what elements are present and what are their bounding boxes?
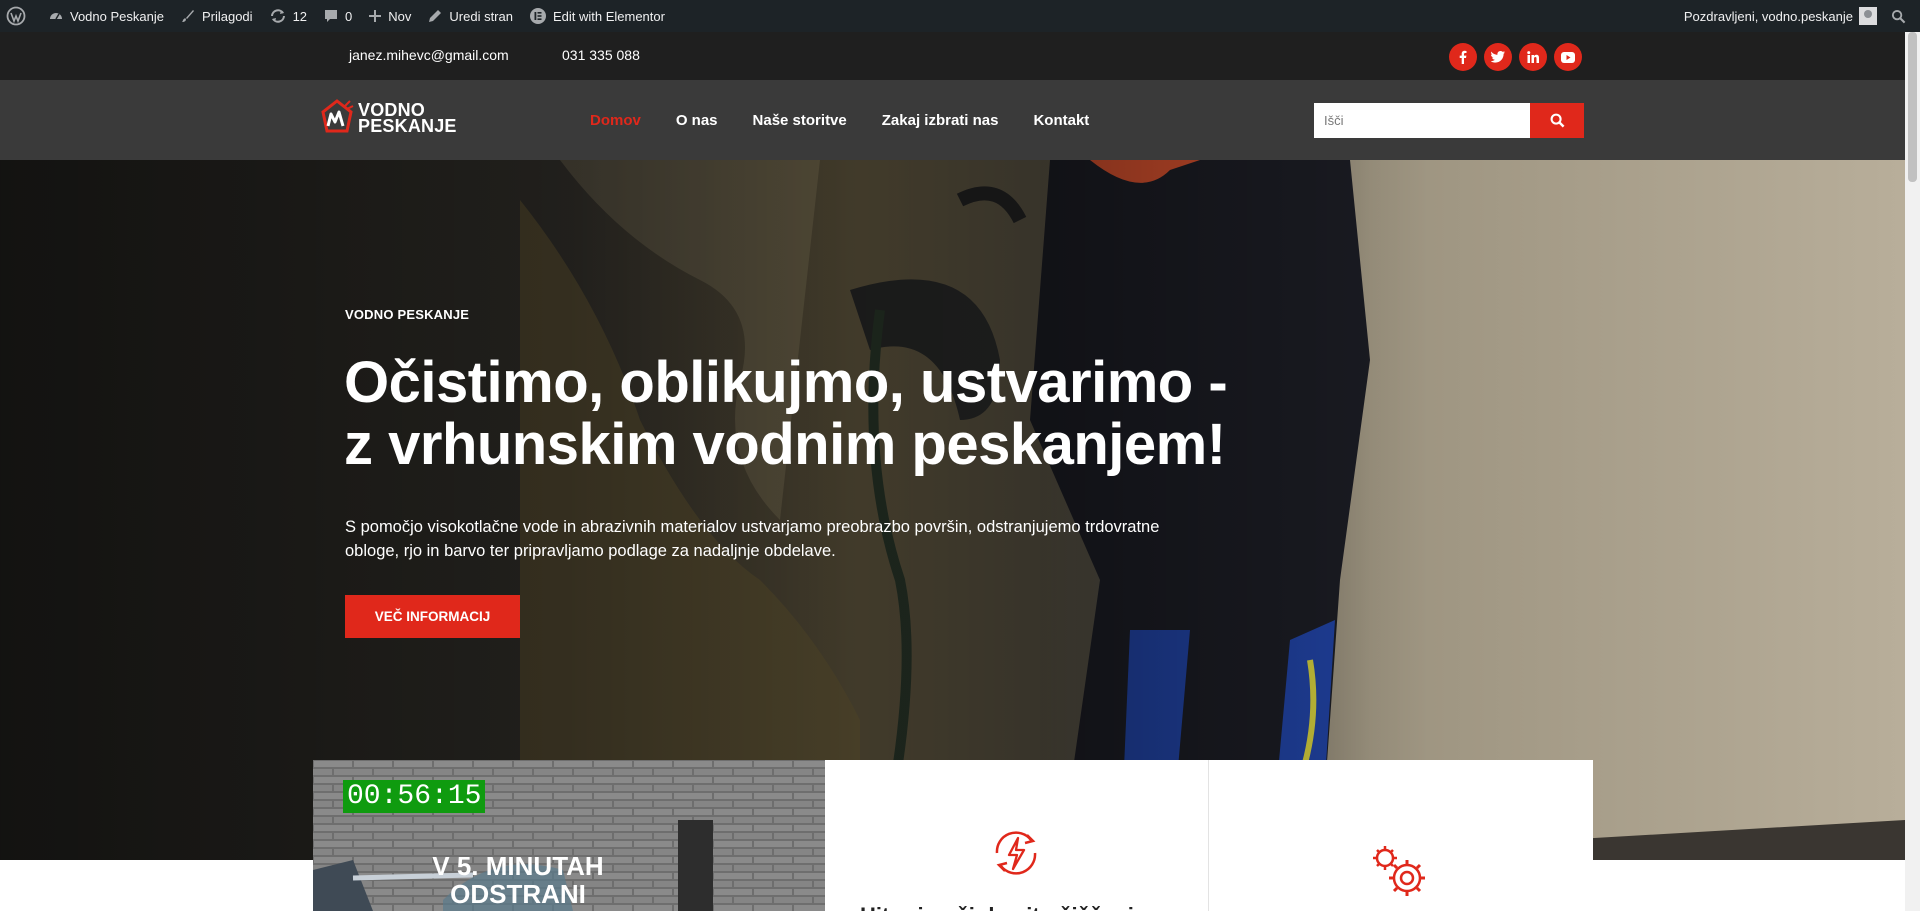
nav-item-nase-storitve[interactable]: Naše storitve <box>753 112 847 129</box>
greeting-text: Pozdravljeni, vodno.peskanje <box>1683 8 1853 24</box>
hero-kicker: VODNO PESKANJE <box>345 307 470 322</box>
logo-line2: PESKANJE <box>358 116 457 136</box>
lightning-cycle-icon <box>995 831 1037 875</box>
hero-headline-line1: Očistimo, oblikujmo, ustvarimo - <box>344 350 1228 415</box>
page-scrollbar[interactable] <box>1905 32 1920 911</box>
elementor-icon <box>529 8 546 24</box>
edit-page-label: Uredi stran <box>449 8 513 24</box>
hero-section: VODNO PESKANJE Očistimo, oblikujmo, ustv… <box>0 160 1905 860</box>
nav-item-domov[interactable]: Domov <box>590 112 641 129</box>
comments-count: 0 <box>345 8 353 24</box>
hero-headline-line2: z vrhunskim vodnim peskanjem! <box>344 412 1226 477</box>
linkedin-link[interactable] <box>1519 43 1547 71</box>
site-name-link[interactable]: Vodno Peskanje <box>40 0 172 32</box>
nav-item-o-nas[interactable]: O nas <box>676 112 718 129</box>
edit-page-link[interactable]: Uredi stran <box>419 0 521 32</box>
scrollbar-thumb[interactable] <box>1908 32 1917 182</box>
updates-link[interactable]: 12 <box>261 0 315 32</box>
feature-card-gears <box>1209 760 1593 911</box>
site-header: VODNO PESKANJE Domov O nas Naše storitve… <box>0 80 1920 160</box>
site-logo[interactable]: VODNO PESKANJE <box>320 98 457 138</box>
updates-icon <box>270 9 285 23</box>
avatar <box>1859 7 1877 25</box>
linkedin-icon <box>1527 51 1539 63</box>
feature-card-fast-cleaning: Hitro in učinkovito čiščenje <box>825 760 1209 911</box>
admin-search-button[interactable] <box>1881 0 1920 32</box>
new-content-label: Nov <box>388 8 412 24</box>
nav-item-zakaj-izbrati-nas[interactable]: Zakaj izbrati nas <box>882 112 999 129</box>
updates-count: 12 <box>292 8 308 24</box>
page: Vodno Peskanje Prilagodi 12 0 Nov Uredi … <box>0 0 1920 911</box>
video-caption-line1: V 5. MINUTAH <box>432 851 604 881</box>
site-name-label: Vodno Peskanje <box>70 8 164 24</box>
comments-link[interactable]: 0 <box>315 0 360 32</box>
wordpress-icon <box>6 6 26 26</box>
search-icon <box>1550 113 1564 128</box>
twitter-link[interactable] <box>1484 43 1512 71</box>
hero-description: S pomočjo visokotlačne vode in abrazivni… <box>345 518 1160 560</box>
youtube-link[interactable] <box>1554 43 1582 71</box>
feature-title-fast-cleaning: Hitro in učinkovito čiščenje <box>860 903 1146 911</box>
contact-email[interactable]: janez.mihevc@gmail.com <box>349 47 509 63</box>
video-timer: 00:56:15 <box>343 780 486 813</box>
twitter-icon <box>1491 51 1505 63</box>
plus-icon <box>369 10 382 22</box>
top-contact-bar: janez.mihevc@gmail.com 031 335 088 <box>0 32 1920 80</box>
contact-phone[interactable]: 031 335 088 <box>562 47 640 63</box>
search-button[interactable] <box>1530 103 1584 138</box>
account-menu[interactable]: Pozdravljeni, vodno.peskanje <box>1676 0 1881 32</box>
hero-overlay <box>0 160 1905 860</box>
nav-item-kontakt[interactable]: Kontakt <box>1033 112 1089 129</box>
gears-icon <box>1373 846 1425 896</box>
facebook-link[interactable] <box>1449 43 1477 71</box>
hero-headline: Očistimo, oblikujmo, ustvarimo - z vrhun… <box>344 352 1244 476</box>
more-info-button[interactable]: VEČ INFORMACIJ <box>345 595 520 638</box>
customize-label: Prilagodi <box>201 8 253 24</box>
site-search <box>1314 103 1584 138</box>
search-icon <box>1891 9 1906 23</box>
new-content-link[interactable]: Nov <box>360 0 419 32</box>
facebook-icon <box>1459 50 1467 64</box>
admin-bar: Vodno Peskanje Prilagodi 12 0 Nov Uredi … <box>0 0 1920 32</box>
comments-icon <box>325 10 338 22</box>
logo-wordmark: VODNO PESKANJE <box>358 101 457 136</box>
main-navigation: Domov O nas Naše storitve Zakaj izbrati … <box>590 80 1124 160</box>
video-card[interactable]: 00:56:15 V 5. MINUTAH ODSTRANI <box>313 760 825 911</box>
customize-link[interactable]: Prilagodi <box>172 0 261 32</box>
search-input[interactable] <box>1314 103 1530 138</box>
dashboard-icon <box>50 13 62 20</box>
elementor-edit-link[interactable]: Edit with Elementor <box>521 0 673 32</box>
social-links <box>1449 43 1582 71</box>
video-caption-line2: ODSTRANI <box>450 879 586 909</box>
brush-icon <box>181 10 194 22</box>
youtube-icon <box>1561 51 1575 63</box>
wordpress-logo-button[interactable] <box>0 0 40 32</box>
elementor-edit-label: Edit with Elementor <box>552 8 665 24</box>
pencil-icon <box>429 10 442 22</box>
logo-mark-icon <box>321 99 354 133</box>
video-caption: V 5. MINUTAH ODSTRANI <box>423 852 613 908</box>
